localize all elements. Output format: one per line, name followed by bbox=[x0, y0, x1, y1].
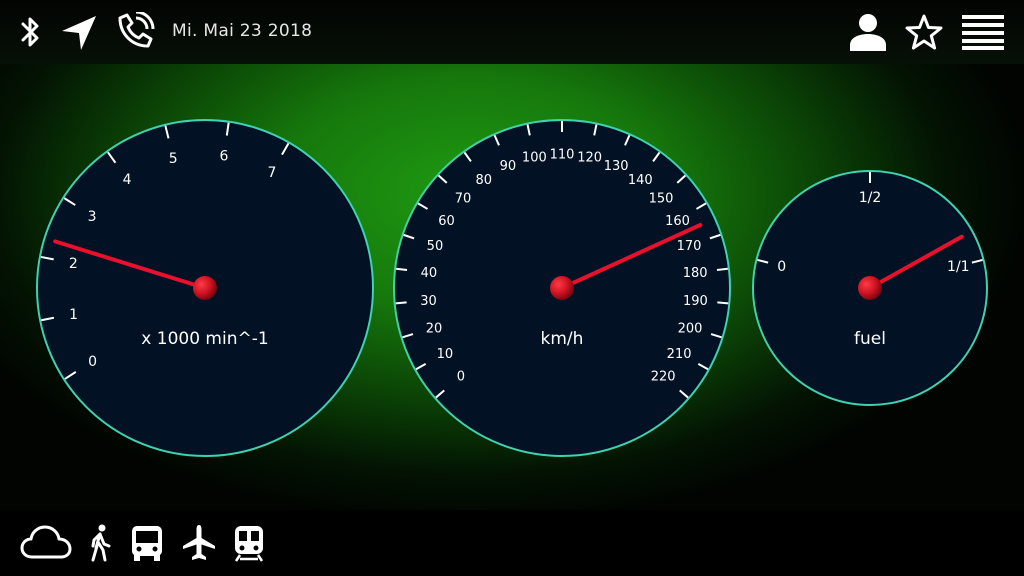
speedometer-tick-label: 150 bbox=[649, 191, 674, 206]
speedometer-tick-label: 30 bbox=[420, 294, 437, 309]
train-icon[interactable] bbox=[232, 524, 266, 562]
speedometer-tick-label: 10 bbox=[437, 347, 454, 362]
fuel-tick-label: 1/1 bbox=[947, 259, 970, 275]
speedometer-needle-hub bbox=[550, 276, 574, 300]
speedometer-tick-label: 110 bbox=[550, 148, 575, 163]
bottom-bar bbox=[0, 510, 1024, 576]
speedometer-tick bbox=[717, 301, 729, 305]
fuel-unit-label: fuel bbox=[854, 329, 886, 349]
speedometer-tick-label: 80 bbox=[475, 173, 492, 188]
tachometer-tick-label: 3 bbox=[88, 209, 97, 225]
tachometer-unit-label: x 1000 min^-1 bbox=[141, 329, 268, 349]
speedometer-tick-label: 120 bbox=[577, 151, 602, 166]
tachometer-tick-label: 6 bbox=[220, 148, 229, 164]
tachometer-tick-label: 1 bbox=[69, 307, 78, 323]
tachometer-needle-hub bbox=[193, 276, 217, 300]
instrument-cluster: 012345 67 x 1000 min^-1 01020304050607080… bbox=[36, 119, 988, 457]
fuel-gauge: 0 1/2 1/1 fuel bbox=[752, 170, 988, 406]
tachometer-tick-label: 0 bbox=[88, 354, 97, 370]
speedometer-tick bbox=[395, 301, 407, 305]
speedometer-tick-label: 190 bbox=[683, 294, 708, 309]
speedometer-gauge: 010 20 30 40 50 607080 90 100 110 120130140 150 160… bbox=[393, 119, 731, 457]
speedometer-tick-label: 180 bbox=[683, 266, 708, 281]
tachometer-tick-label: 4 bbox=[123, 172, 132, 188]
speedometer-tick-label: 100 bbox=[522, 151, 547, 166]
fuel-needle-hub bbox=[858, 276, 882, 300]
speedometer-unit-label: km/h bbox=[541, 329, 584, 349]
fuel-tick-label: 0 bbox=[777, 259, 786, 275]
speedometer-tick-label: 90 bbox=[500, 159, 517, 174]
speedometer-tick-label: 220 bbox=[651, 370, 676, 385]
speedometer-tick-label: 210 bbox=[667, 347, 692, 362]
speedometer-tick-label: 60 bbox=[438, 214, 455, 229]
speedometer-tick-label: 20 bbox=[426, 321, 443, 336]
tachometer-gauge: 0 1 2 3 4 5 6 7 x 1000 min^-1 bbox=[36, 119, 374, 457]
fuel-tick-label: 1/2 bbox=[859, 190, 882, 206]
speedometer-tick-label: 140 bbox=[628, 173, 653, 188]
airplane-icon[interactable] bbox=[181, 524, 217, 562]
walking-icon[interactable] bbox=[88, 524, 114, 562]
tachometer-tick-label: 7 bbox=[268, 165, 277, 181]
speedometer-tick bbox=[396, 267, 408, 271]
speedometer-tick-label: 160 bbox=[665, 214, 690, 229]
tachometer-tick-label: 2 bbox=[69, 256, 78, 272]
speedometer-tick bbox=[716, 267, 728, 271]
bus-icon[interactable] bbox=[130, 524, 164, 562]
speedometer-tick-label: 0 bbox=[457, 370, 465, 385]
speedometer-tick-label: 70 bbox=[455, 191, 472, 206]
speedometer-tick-label: 40 bbox=[421, 266, 438, 281]
speedometer-tick-label: 170 bbox=[677, 239, 702, 254]
tachometer-tick-label: 5 bbox=[169, 151, 178, 167]
cloud-icon[interactable] bbox=[20, 524, 72, 560]
speedometer-tick-label: 200 bbox=[678, 321, 703, 336]
speedometer-tick-label: 50 bbox=[427, 239, 444, 254]
speedometer-tick-label: 130 bbox=[604, 159, 629, 174]
